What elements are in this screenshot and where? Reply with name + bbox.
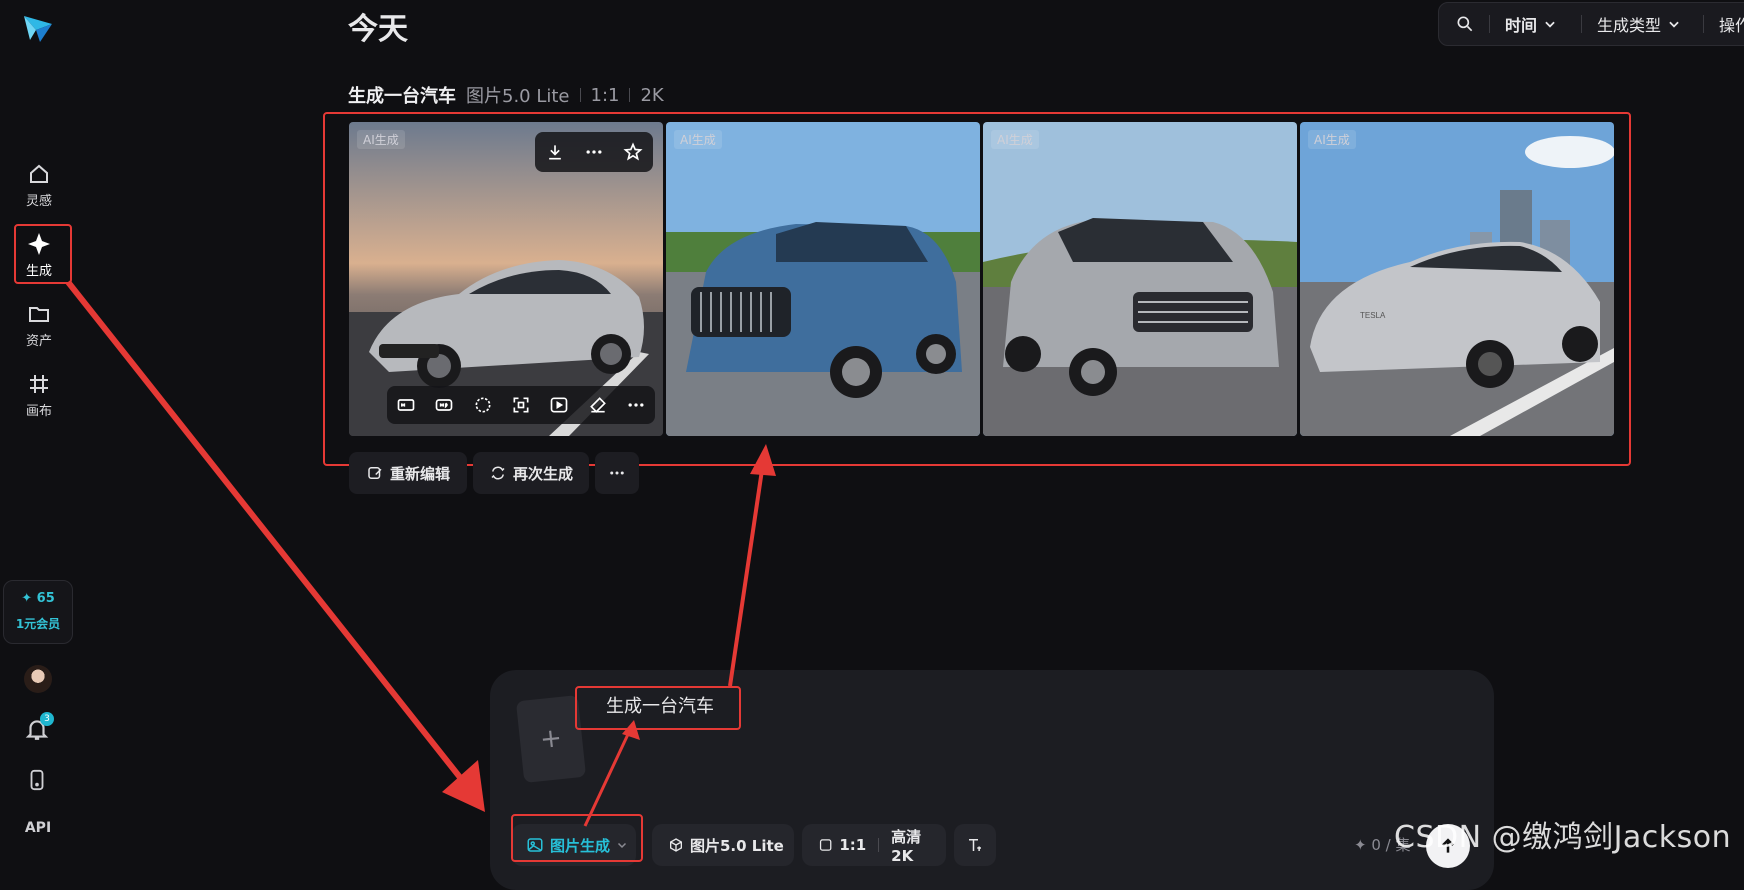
credits-value: 65 [36, 591, 55, 606]
text-icon [969, 839, 981, 851]
sidebar-item-label: 画布 [25, 404, 52, 419]
sidebar: 灵感 生成 资产 画布 ✦ 65 1元会员 3 API [0, 0, 78, 866]
divider [1703, 15, 1704, 33]
cube-icon [670, 838, 682, 852]
canvas-icon [30, 375, 48, 393]
generation-prompt: 生成一台汽车 [348, 86, 456, 107]
actions-menu[interactable]: 操作 [1719, 3, 1744, 45]
time-filter-label: 时间 [1505, 16, 1538, 35]
folder-icon [29, 307, 49, 322]
type-filter-label: 生成类型 [1597, 16, 1662, 35]
time-filter-dropdown[interactable]: 时间 [1505, 3, 1557, 45]
regenerate-button[interactable]: 再次生成 [473, 452, 589, 494]
sidebar-item-label: 灵感 [25, 194, 52, 209]
quality-label: 高清 2K [891, 827, 922, 865]
generation-model: 图片5.0 Lite [466, 86, 570, 107]
divider [579, 88, 581, 102]
regenerate-label: 再次生成 [512, 464, 573, 483]
highlight-box-mode [511, 814, 643, 862]
highlight-box-generate [14, 224, 72, 284]
ratio-quality-selector[interactable]: 1:1 高清 2K [802, 824, 946, 866]
divider [629, 88, 631, 102]
api-link[interactable]: API [20, 820, 56, 836]
divider [1581, 15, 1582, 33]
app-logo-icon[interactable] [20, 10, 56, 46]
more-actions-button[interactable] [595, 452, 639, 494]
plus-icon: + [538, 722, 564, 756]
divider [878, 838, 880, 852]
filter-toolbar: 时间 生成类型 操作 [1438, 2, 1744, 46]
text-style-button[interactable] [954, 824, 996, 866]
chevron-down-icon [1669, 21, 1679, 28]
arrow-prompt-to-images [728, 469, 764, 687]
reedit-label: 重新编辑 [389, 464, 450, 483]
generation-resolution: 2K [640, 84, 664, 106]
search-icon[interactable] [1455, 3, 1475, 45]
ratio-label: 1:1 [839, 836, 867, 854]
refresh-icon [491, 466, 505, 480]
model-label: 图片5.0 Lite [690, 836, 784, 855]
chevron-down-icon [1545, 21, 1555, 28]
generation-ratio: 1:1 [590, 84, 620, 106]
sidebar-item-label: 资产 [25, 334, 52, 349]
page-title: 今天 [348, 12, 408, 47]
type-filter-dropdown[interactable]: 生成类型 [1597, 3, 1681, 45]
more-icon [610, 471, 624, 475]
watermark-text: CSDN @缴鸿剑Jackson [1394, 820, 1732, 855]
reedit-button[interactable]: 重新编辑 [349, 452, 467, 494]
credits-card[interactable]: ✦ 65 1元会员 [3, 580, 73, 644]
home-icon [30, 164, 48, 183]
sidebar-item-inspiration[interactable]: 灵感 [10, 162, 68, 218]
highlight-box-prompt [575, 686, 741, 730]
sidebar-item-assets[interactable]: 资产 [10, 302, 68, 358]
model-selector[interactable]: 图片5.0 Lite [652, 824, 794, 866]
highlight-box-images [323, 112, 1631, 466]
credits-count: ✦ 65 [21, 591, 55, 606]
square-icon [819, 839, 832, 851]
membership-label: 1元会员 [15, 617, 61, 631]
notification-badge: 3 [40, 712, 54, 726]
avatar[interactable] [24, 665, 52, 693]
generation-info: 生成一台汽车 图片5.0 Lite 1:1 2K [348, 82, 664, 108]
mobile-icon[interactable] [26, 768, 48, 792]
sidebar-item-canvas[interactable]: 画布 [10, 372, 68, 428]
divider [1489, 15, 1490, 33]
edit-icon [368, 467, 382, 479]
arrowhead-icon [442, 760, 485, 812]
